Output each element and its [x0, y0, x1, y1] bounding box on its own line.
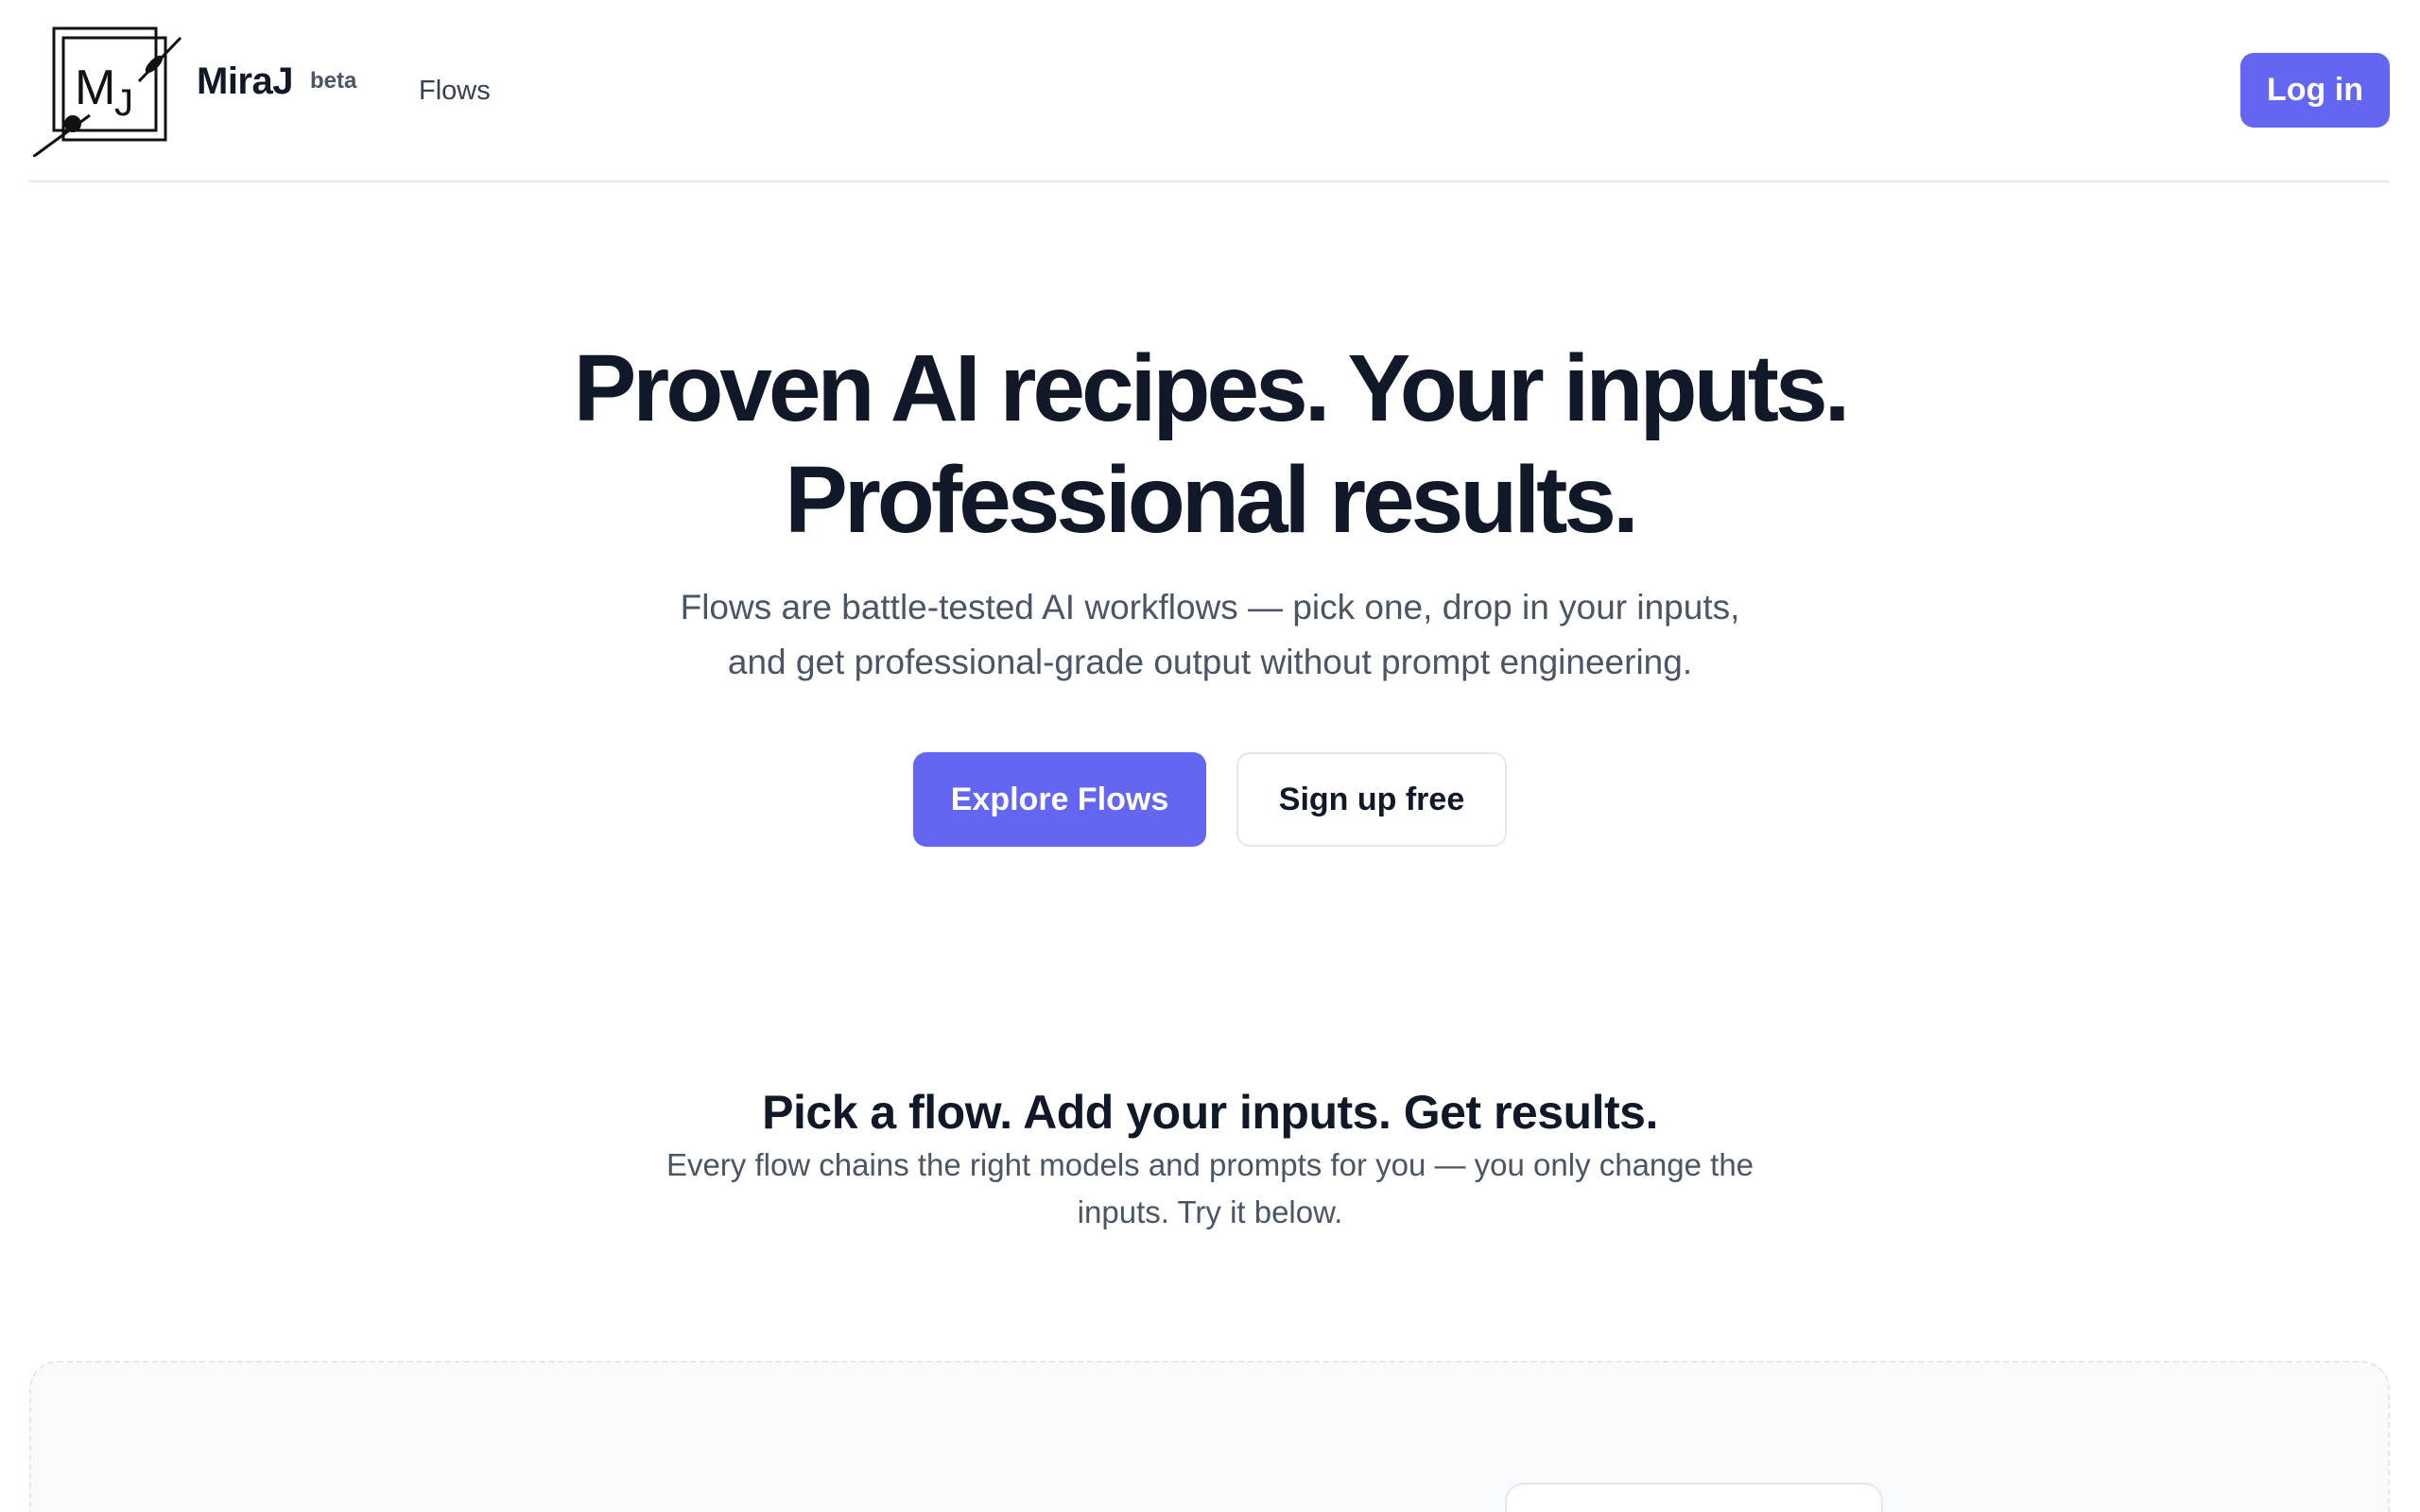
section-title: Pick a flow. Add your inputs. Get result…: [762, 1086, 1658, 1139]
landing-page: M J MiraJ beta Flows Log in Proven AI re…: [0, 0, 2420, 1512]
sign-up-button[interactable]: Sign up free: [1236, 752, 1507, 847]
hero-title: Proven AI recipes. Your inputs. Professi…: [0, 333, 2420, 556]
hero-subtitle: Flows are battle-tested AI workflows — p…: [0, 580, 2420, 690]
mj-logo-icon[interactable]: M J: [32, 25, 184, 159]
hero-subtitle-line-1: Flows are battle-tested AI workflows — p…: [680, 588, 1740, 627]
beta-badge: beta: [310, 68, 357, 94]
section-subtitle: Every flow chains the right models and p…: [0, 1142, 2420, 1236]
top-nav: M J MiraJ beta Flows Log in: [29, 0, 2390, 182]
flow-demo-card[interactable]: [1505, 1483, 1883, 1512]
hero-subtitle-line-2: and get professional-grade output withou…: [727, 643, 1693, 681]
svg-text:M: M: [75, 60, 115, 115]
section-subtitle-line-1: Every flow chains the right models and p…: [666, 1147, 1754, 1182]
hero-title-line-2: Professional results.: [785, 447, 1639, 553]
brand-name[interactable]: MiraJ: [197, 60, 294, 103]
section-subtitle-line-2: inputs. Try it below.: [1077, 1194, 1343, 1229]
explore-flows-button[interactable]: Explore Flows: [913, 752, 1206, 847]
hero-title-line-1: Proven AI recipes. Your inputs.: [573, 335, 1851, 441]
flow-demo-panel: [29, 1361, 2390, 1512]
svg-text:J: J: [114, 82, 133, 124]
login-button[interactable]: Log in: [2240, 53, 2390, 128]
nav-link-flows[interactable]: Flows: [419, 76, 491, 107]
